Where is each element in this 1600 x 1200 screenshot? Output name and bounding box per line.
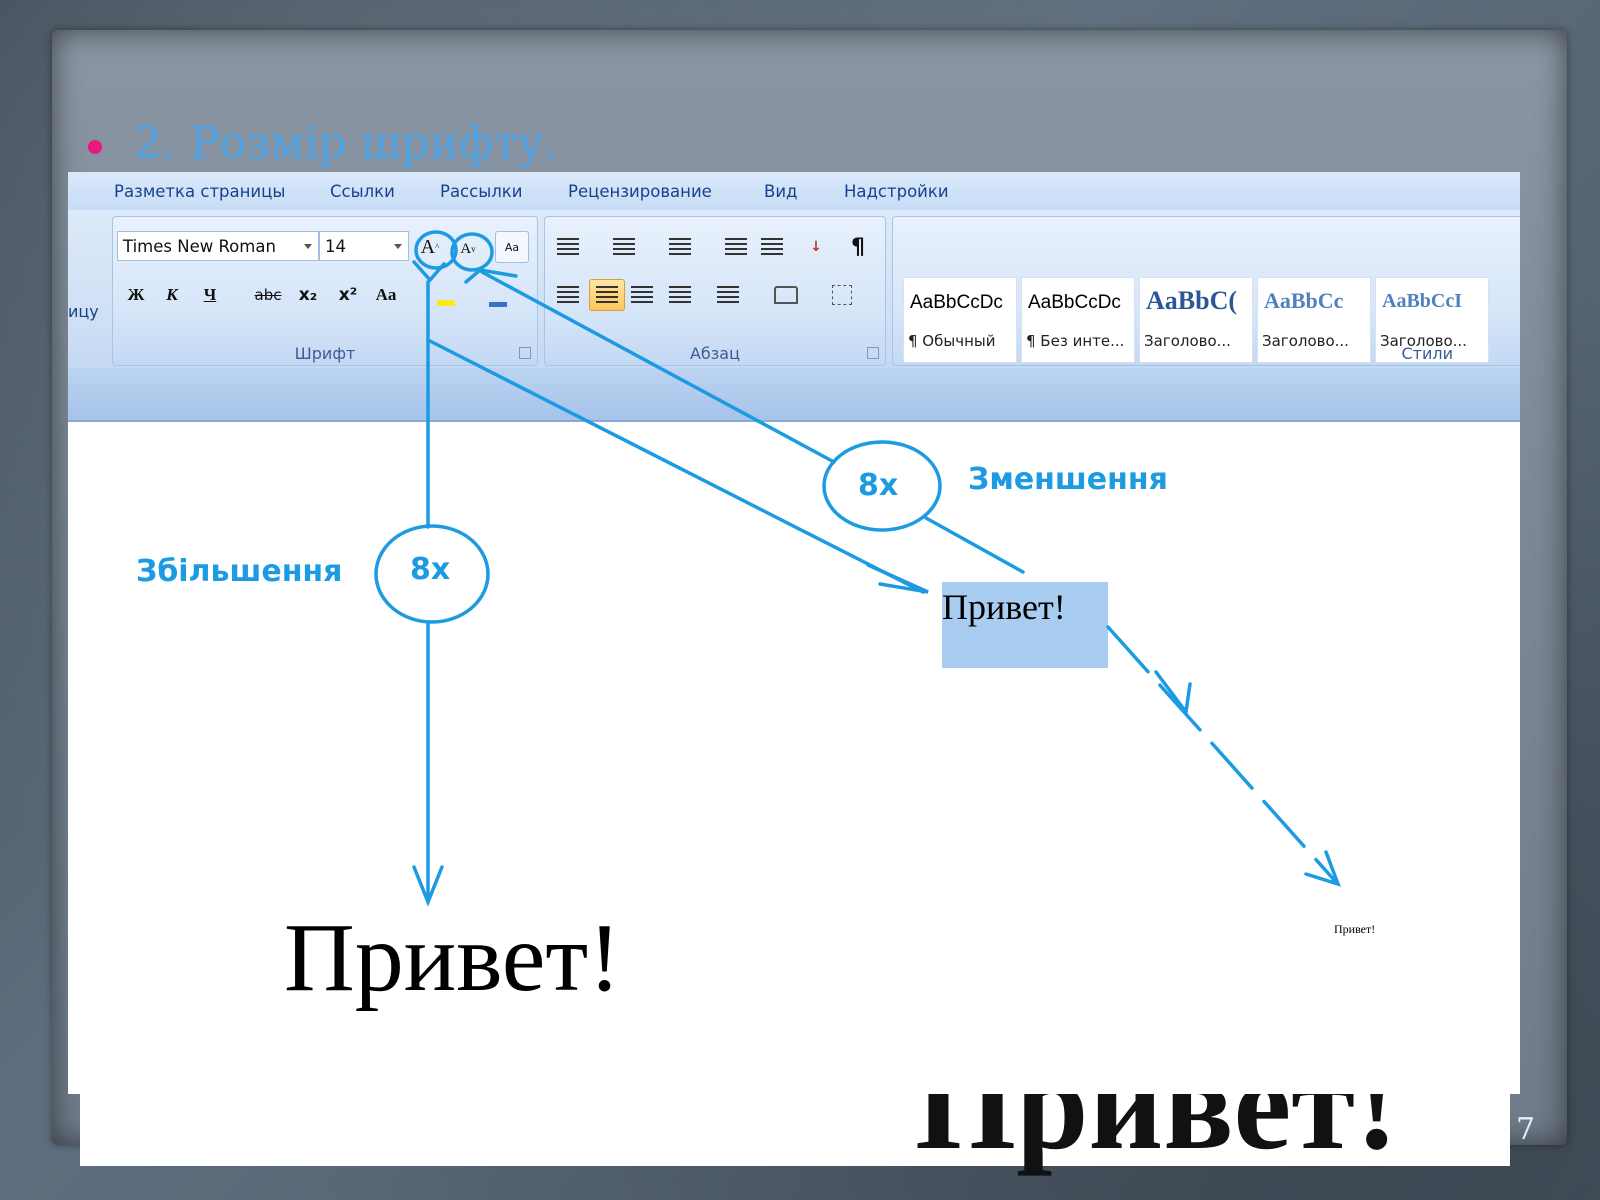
shrink-font-highlight-circle — [450, 232, 494, 272]
grow-font-highlight-circle — [414, 230, 458, 270]
increase-factor-label: 8x — [410, 552, 451, 587]
decrease-line-upper — [480, 270, 836, 464]
annotation-arrows — [374, 230, 1341, 907]
bullet-dot-icon — [88, 140, 102, 154]
decrease-line-lower — [924, 516, 1025, 574]
arrowhead-left-icon — [866, 563, 929, 594]
page-number: 7 — [1516, 1112, 1536, 1147]
increase-annotation-label: Збільшення — [136, 554, 343, 589]
decrease-dashed-line — [1106, 625, 1338, 884]
arrowhead-mid-icon — [1154, 670, 1192, 717]
slide-heading: 2. Розмір шрифту. — [134, 118, 558, 169]
decrease-factor-label: 8x — [858, 468, 899, 503]
decrease-annotation-label: Зменшення — [968, 462, 1168, 497]
arrowhead-up-icon — [412, 260, 446, 283]
word-screenshot: Разметка страницы Ссылки Рассылки Реценз… — [68, 172, 1520, 1094]
